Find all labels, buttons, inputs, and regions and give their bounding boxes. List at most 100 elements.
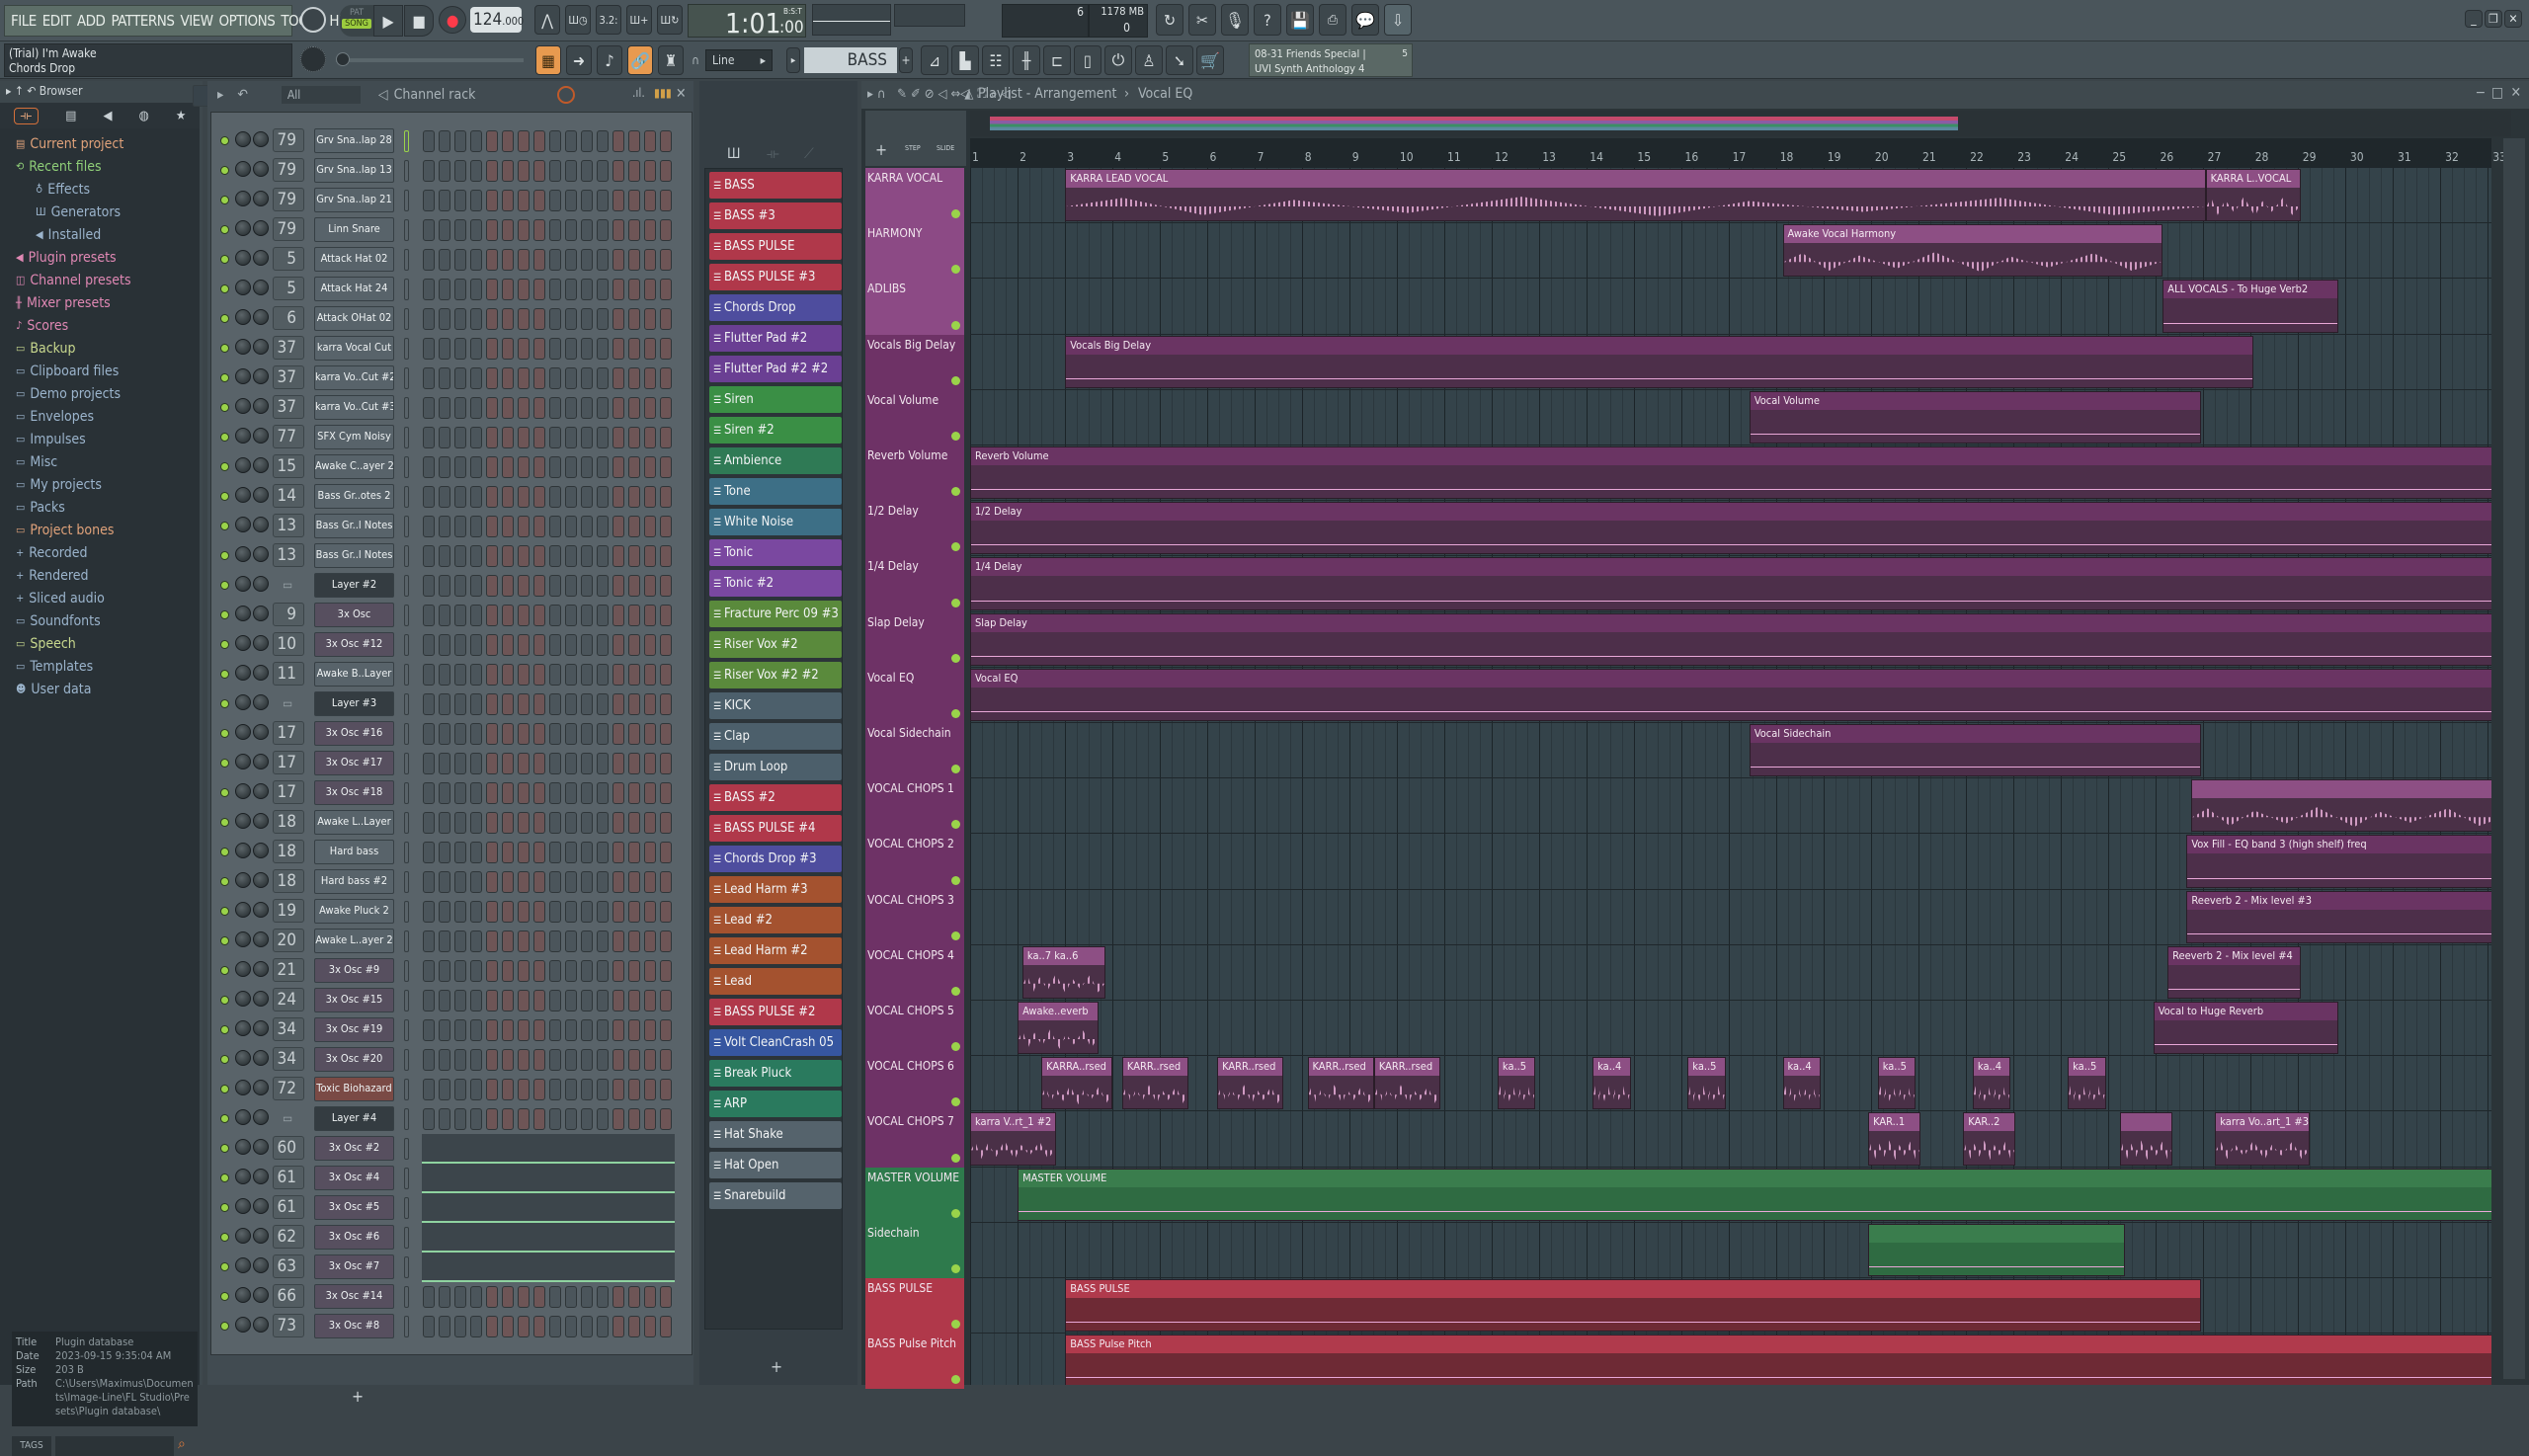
step-button[interactable] bbox=[486, 308, 498, 330]
step-button[interactable] bbox=[502, 308, 514, 330]
channel-mute-led[interactable] bbox=[220, 373, 229, 382]
pattern-item[interactable]: ☰ Snarebuild bbox=[709, 1182, 842, 1209]
step-button[interactable] bbox=[518, 782, 530, 804]
step-button[interactable] bbox=[660, 723, 672, 745]
channel-pan-knob[interactable] bbox=[235, 961, 251, 977]
browser-tab-all-icon[interactable]: ⟛ bbox=[13, 107, 40, 124]
step-button[interactable] bbox=[644, 871, 656, 893]
browser-item[interactable]: Ш Generators bbox=[0, 201, 200, 223]
step-button[interactable] bbox=[454, 1079, 466, 1100]
step-button[interactable] bbox=[533, 338, 545, 360]
step-button[interactable] bbox=[518, 427, 530, 448]
step-button[interactable] bbox=[470, 753, 482, 774]
pattern-item[interactable]: ☰ Hat Shake bbox=[709, 1121, 842, 1148]
step-button[interactable] bbox=[439, 960, 450, 982]
pattern-item[interactable]: ☰ ARP bbox=[709, 1091, 842, 1117]
track-active-led[interactable] bbox=[951, 375, 960, 385]
mixer-track-number[interactable]: 15 bbox=[273, 454, 304, 478]
step-button[interactable] bbox=[486, 1079, 498, 1100]
pattern-item[interactable]: ☰ Tonic #2 bbox=[709, 570, 842, 597]
swing-knob[interactable] bbox=[557, 86, 575, 104]
channel-volume-knob[interactable] bbox=[253, 1139, 269, 1155]
channel-volume-knob[interactable] bbox=[253, 1109, 269, 1125]
mixer-track-number[interactable]: 37 bbox=[273, 336, 304, 360]
step-button[interactable] bbox=[549, 219, 561, 241]
playlist-vertical-scrollbar[interactable] bbox=[2503, 138, 2525, 1379]
step-button[interactable] bbox=[423, 753, 435, 774]
step-button[interactable] bbox=[454, 427, 466, 448]
browser-item[interactable]: ◀ Installed bbox=[0, 223, 200, 246]
channel-name-button[interactable]: 3x Osc #2 bbox=[314, 1136, 394, 1161]
master-volume-knob[interactable] bbox=[300, 7, 326, 33]
track-header[interactable]: HARMONY bbox=[865, 223, 964, 280]
countdown-button[interactable]: 3.2: bbox=[596, 5, 621, 35]
track-header[interactable]: Vocal EQ bbox=[865, 667, 964, 723]
step-button[interactable] bbox=[439, 693, 450, 715]
step-button[interactable] bbox=[518, 901, 530, 923]
step-button[interactable] bbox=[597, 930, 609, 952]
pattern-selector[interactable]: BASS bbox=[804, 47, 897, 73]
step-button[interactable] bbox=[644, 486, 656, 508]
step-button[interactable] bbox=[549, 545, 561, 567]
audio-clip[interactable]: KARR..rsed bbox=[1373, 1057, 1441, 1110]
step-button[interactable] bbox=[533, 249, 545, 271]
step-button[interactable] bbox=[502, 1108, 514, 1130]
channel-volume-knob[interactable] bbox=[253, 309, 269, 325]
step-button[interactable] bbox=[660, 427, 672, 448]
step-button[interactable] bbox=[470, 1316, 482, 1337]
step-button[interactable] bbox=[502, 901, 514, 923]
automation-clip[interactable]: Vocal EQ bbox=[970, 668, 2491, 721]
step-button[interactable] bbox=[581, 279, 593, 300]
channel-volume-knob[interactable] bbox=[253, 1050, 269, 1066]
step-button[interactable] bbox=[549, 575, 561, 597]
wait-for-input-button[interactable]: Ш◷ bbox=[565, 5, 591, 35]
step-button[interactable] bbox=[628, 1019, 640, 1041]
step-button[interactable] bbox=[549, 664, 561, 686]
step-button[interactable] bbox=[518, 605, 530, 626]
step-button[interactable] bbox=[470, 901, 482, 923]
channel-volume-knob[interactable] bbox=[253, 220, 269, 236]
step-button[interactable] bbox=[549, 190, 561, 211]
step-button[interactable] bbox=[486, 1286, 498, 1308]
automation-clip[interactable]: 1/2 Delay bbox=[970, 502, 2491, 555]
channel-name-button[interactable]: 3x Osc #4 bbox=[314, 1166, 394, 1190]
step-button[interactable] bbox=[518, 812, 530, 834]
mixer-track-number[interactable]: 19 bbox=[273, 899, 304, 923]
step-button[interactable] bbox=[486, 516, 498, 537]
track-header[interactable]: 1/4 Delay bbox=[865, 556, 964, 612]
track-header[interactable]: KARRA VOCAL bbox=[865, 168, 964, 224]
step-button[interactable] bbox=[518, 190, 530, 211]
step-button[interactable] bbox=[439, 516, 450, 537]
step-button[interactable] bbox=[502, 338, 514, 360]
step-button[interactable] bbox=[644, 664, 656, 686]
step-button[interactable] bbox=[439, 901, 450, 923]
channel-name-button[interactable]: Linn Snare bbox=[314, 217, 394, 242]
pattern-item[interactable]: ☰ Clap bbox=[709, 723, 842, 750]
step-button[interactable] bbox=[533, 486, 545, 508]
step-button[interactable] bbox=[644, 693, 656, 715]
step-button[interactable] bbox=[470, 930, 482, 952]
channel-name-button[interactable]: Awake B..Layer bbox=[314, 662, 394, 687]
automation-clip[interactable]: Vocal Volume bbox=[1749, 390, 2201, 444]
step-button[interactable] bbox=[549, 1049, 561, 1071]
step-button[interactable] bbox=[423, 456, 435, 478]
step-button[interactable] bbox=[533, 456, 545, 478]
step-button[interactable] bbox=[518, 960, 530, 982]
step-button[interactable] bbox=[612, 249, 624, 271]
channel-name-button[interactable]: Attack Hat 24 bbox=[314, 277, 394, 301]
browser-item[interactable]: ♪ Scores bbox=[0, 314, 200, 337]
step-button[interactable] bbox=[423, 634, 435, 656]
channel-mute-led[interactable] bbox=[220, 551, 229, 560]
track-active-led[interactable] bbox=[951, 487, 960, 497]
graph-editor-icon[interactable]: .ıl. bbox=[632, 86, 645, 100]
audio-clip[interactable]: KARR..rsed bbox=[1121, 1057, 1189, 1110]
step-button[interactable] bbox=[533, 990, 545, 1011]
step-button[interactable] bbox=[454, 1108, 466, 1130]
channel-graph-view[interactable] bbox=[422, 1253, 675, 1282]
step-button[interactable] bbox=[597, 871, 609, 893]
step-button[interactable] bbox=[502, 516, 514, 537]
step-button[interactable] bbox=[565, 1019, 577, 1041]
track-header[interactable]: VOCAL CHOPS 2 bbox=[865, 834, 964, 890]
step-button[interactable] bbox=[597, 634, 609, 656]
track-active-led[interactable] bbox=[951, 1375, 960, 1385]
